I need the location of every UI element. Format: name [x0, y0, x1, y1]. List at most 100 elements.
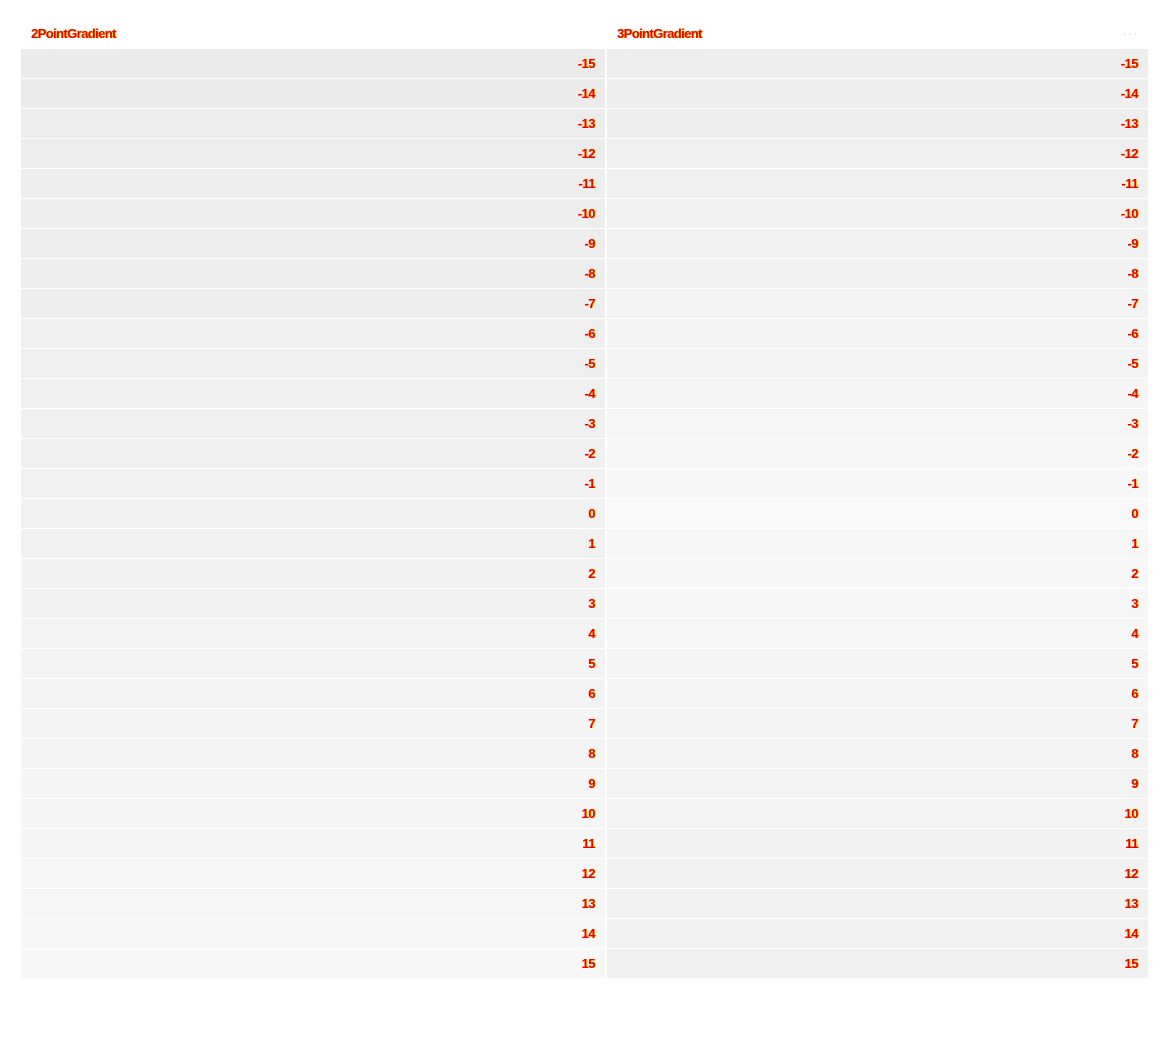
list-item: -11	[21, 169, 605, 199]
more-options-icon[interactable]: ···	[1123, 27, 1138, 39]
list-item: 0	[607, 499, 1148, 529]
row-value: 13	[1124, 896, 1139, 911]
row-value: 7	[588, 716, 595, 731]
row-value: -3	[1127, 416, 1138, 431]
row-value: 5	[1131, 656, 1138, 671]
row-value: -6	[584, 326, 595, 341]
list-item: 11	[607, 829, 1148, 859]
list-item: -6	[21, 319, 605, 349]
row-value: 14	[1124, 926, 1139, 941]
list-item: 5	[607, 649, 1148, 679]
list-item: 13	[607, 889, 1148, 919]
list-item: -4	[607, 379, 1148, 409]
list-item: -8	[607, 259, 1148, 289]
list-item: 5	[21, 649, 605, 679]
list-item: 6	[607, 679, 1148, 709]
row-value: -12	[577, 146, 596, 161]
list-item: 2	[21, 559, 605, 589]
list-item: 4	[21, 619, 605, 649]
panel-header: 2PointGradient	[21, 19, 605, 49]
list-item: -15	[21, 49, 605, 79]
row-value: -4	[584, 386, 595, 401]
list-item: -7	[21, 289, 605, 319]
row-value: 4	[588, 626, 595, 641]
row-value: -6	[1127, 326, 1138, 341]
list-item: -9	[607, 229, 1148, 259]
list-item: 12	[21, 859, 605, 889]
row-value: -2	[1127, 446, 1138, 461]
row-value: -12	[1120, 146, 1139, 161]
list-item: 15	[607, 949, 1148, 979]
row-value: 12	[1124, 866, 1139, 881]
row-value: 1	[588, 536, 595, 551]
row-value: 7	[1131, 716, 1138, 731]
list-item: -9	[21, 229, 605, 259]
list-item: 12	[607, 859, 1148, 889]
row-value: 0	[588, 506, 595, 521]
row-value: -13	[577, 116, 596, 131]
list-item: 10	[21, 799, 605, 829]
panel-title: 3PointGradient	[617, 26, 702, 41]
list-item: 3	[21, 589, 605, 619]
list-item: 9	[607, 769, 1148, 799]
list-item: -11	[607, 169, 1148, 199]
list-item: -13	[21, 109, 605, 139]
row-value: -9	[584, 236, 595, 251]
list-item: 11	[21, 829, 605, 859]
list-item: 3	[607, 589, 1148, 619]
row-value: -5	[584, 356, 595, 371]
list-item: -10	[607, 199, 1148, 229]
row-value: -5	[1127, 356, 1138, 371]
row-value: -3	[584, 416, 595, 431]
row-value: 2	[588, 566, 595, 581]
list-item: 9	[21, 769, 605, 799]
row-value: 5	[588, 656, 595, 671]
row-value: 1	[1131, 536, 1138, 551]
list-item: -7	[607, 289, 1148, 319]
gradient-panel-2point: 2PointGradient -15 -14 -13 -12 -11 -10 -9 -8 -7-…	[21, 19, 605, 979]
row-value: 8	[588, 746, 595, 761]
row-value: 14	[581, 926, 596, 941]
list-item: 7	[607, 709, 1148, 739]
list-item: -15	[607, 49, 1148, 79]
row-value: 15	[581, 956, 596, 971]
value-list: -15 -14 -13 -12 -11 -10 -9 -8 -7 -6 -5 -4 -3 -2 -1 0 1 2 3…	[607, 49, 1148, 979]
row-value: 6	[1131, 686, 1138, 701]
list-item: -4	[21, 379, 605, 409]
list-item: -1	[21, 469, 605, 499]
row-value: -11	[1121, 176, 1138, 191]
list-item: 6	[21, 679, 605, 709]
row-value: 10	[1124, 806, 1139, 821]
list-item: 8	[21, 739, 605, 769]
row-value: 11	[1125, 836, 1138, 851]
list-item: -10	[21, 199, 605, 229]
row-value: -9	[1127, 236, 1138, 251]
list-item: -1	[607, 469, 1148, 499]
list-item: 10	[607, 799, 1148, 829]
list-item: 8	[607, 739, 1148, 769]
row-value: -13	[1120, 116, 1139, 131]
list-item: -12	[21, 139, 605, 169]
row-value: -8	[584, 266, 595, 281]
panel-header: 3PointGradient ···	[607, 19, 1148, 49]
list-item: -14	[21, 79, 605, 109]
row-value: -1	[584, 476, 595, 491]
list-item: -5	[21, 349, 605, 379]
row-value: -7	[1127, 296, 1138, 311]
row-value: 3	[588, 596, 595, 611]
list-item: 14	[607, 919, 1148, 949]
panel-title: 2PointGradient	[31, 26, 116, 41]
row-value: -15	[1120, 56, 1139, 71]
list-item: -13	[607, 109, 1148, 139]
gradient-panel-3point: 3PointGradient ··· -15 -14 -13 -12 -11 -10 -9-…	[607, 19, 1148, 979]
list-item: -8	[21, 259, 605, 289]
list-item: -5	[607, 349, 1148, 379]
row-value: 2	[1131, 566, 1138, 581]
list-item: 1	[607, 529, 1148, 559]
list-item: -3	[21, 409, 605, 439]
list-item: -12	[607, 139, 1148, 169]
row-value: -7	[584, 296, 595, 311]
list-item: -3	[607, 409, 1148, 439]
row-value: -14	[577, 86, 596, 101]
list-item: 0	[21, 499, 605, 529]
